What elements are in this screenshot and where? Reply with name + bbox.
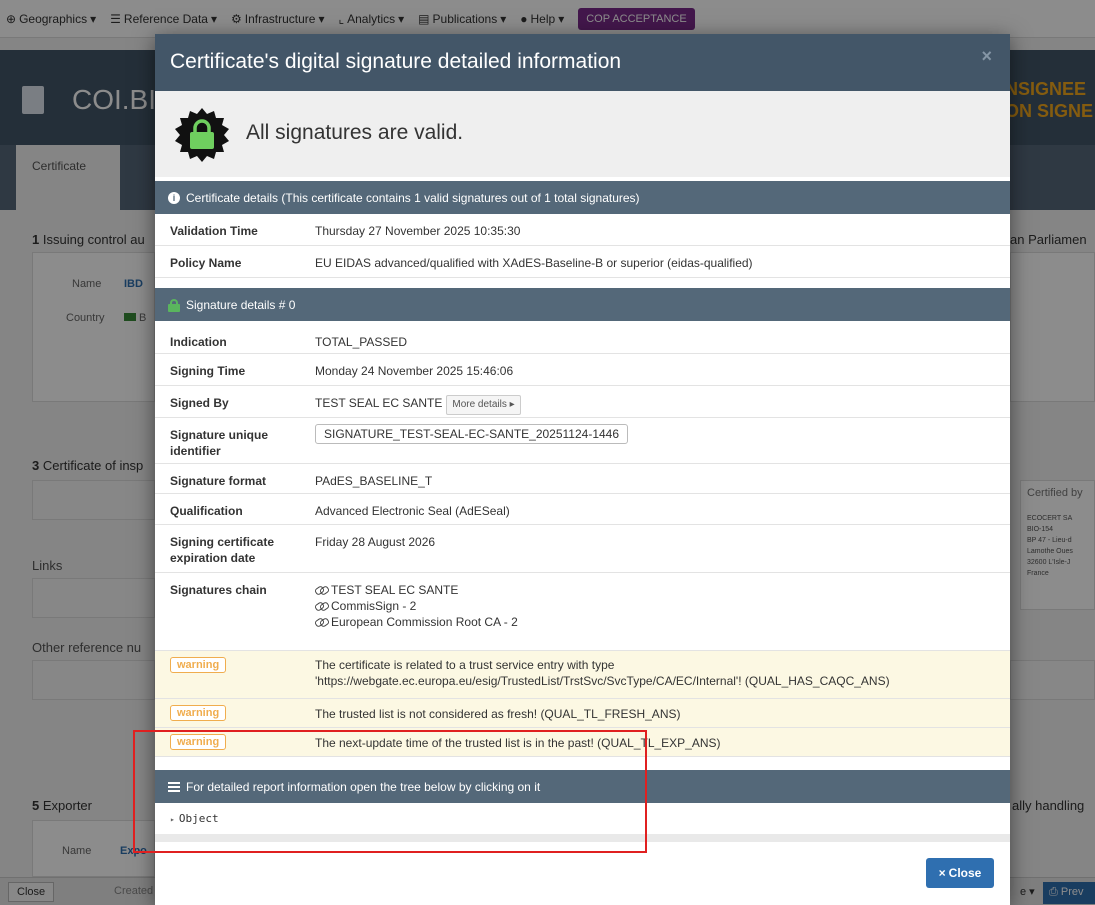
close-button[interactable]: × Close <box>926 858 994 888</box>
warning-badge: warning <box>170 705 227 721</box>
expiration-date-row: Signing certificate expiration date Frid… <box>155 525 1010 573</box>
row-value: EU EIDAS advanced/qualified with XAdES-B… <box>315 256 753 270</box>
policy-name-row: Policy Name EU EIDAS advanced/qualified … <box>155 246 1010 278</box>
qualification-row: Qualification Advanced Electronic Seal (… <box>155 494 1010 525</box>
info-icon: i <box>168 191 180 204</box>
caret-right-icon: ▸ <box>170 815 175 824</box>
warning-badge: warning <box>170 734 227 750</box>
indication-row: Indication TOTAL_PASSED <box>155 325 1010 354</box>
warning-row: warning The trusted list is not consider… <box>155 699 1010 728</box>
row-key: Signatures chain <box>170 583 267 597</box>
divider <box>155 834 1010 842</box>
close-icon[interactable]: × <box>981 46 992 67</box>
validity-banner: All signatures are valid. <box>155 91 1010 177</box>
signature-unique-id-row: Signature unique identifier SIGNATURE_TE… <box>155 418 1010 464</box>
signature-details-title: Signature details # 0 <box>186 297 296 312</box>
row-key: Signature unique identifier <box>170 428 269 458</box>
chain-item[interactable]: European Commission Root CA - 2 <box>315 614 518 630</box>
link-icon <box>315 585 327 595</box>
row-key: Signature format <box>170 474 267 488</box>
row-value: Monday 24 November 2025 15:46:06 <box>315 364 514 378</box>
warning-row: warning The certificate is related to a … <box>155 651 1010 699</box>
signer-name: TEST SEAL EC SANTE <box>315 396 443 410</box>
link-icon <box>315 601 327 611</box>
list-icon <box>168 781 180 792</box>
row-value: Friday 28 August 2026 <box>315 535 436 549</box>
warning-text: The certificate is related to a trust se… <box>315 657 890 689</box>
report-tree-toggle[interactable]: ▸ Object <box>155 804 1010 834</box>
row-value: TEST SEAL EC SANTE More details ▸ <box>315 395 521 415</box>
row-key: Qualification <box>170 504 243 518</box>
close-icon: × <box>938 866 946 880</box>
link-icon <box>315 617 327 627</box>
row-value: SIGNATURE_TEST-SEAL-EC-SANTE_20251124-14… <box>315 424 629 444</box>
row-value: TOTAL_PASSED <box>315 335 408 349</box>
detailed-report-header: For detailed report information open the… <box>155 770 1010 803</box>
chain-list: TEST SEAL EC SANTE CommisSign - 2 Europe… <box>315 582 518 630</box>
validity-text: All signatures are valid. <box>246 121 464 144</box>
modal-title: Certificate's digital signature detailed… <box>170 50 622 73</box>
row-value: Thursday 27 November 2025 10:35:30 <box>315 224 521 238</box>
signature-format-row: Signature format PAdES_BASELINE_T <box>155 464 1010 494</box>
warning-text: The trusted list is not considered as fr… <box>315 707 681 721</box>
chain-item-label: European Commission Root CA - 2 <box>331 615 518 629</box>
signature-id-box[interactable]: SIGNATURE_TEST-SEAL-EC-SANTE_20251124-14… <box>315 424 629 444</box>
signatures-chain-row: Signatures chain TEST SEAL EC SANTE Comm… <box>155 573 1010 651</box>
lock-icon <box>168 298 180 312</box>
row-key: Indication <box>170 335 227 349</box>
tree-root-label: Object <box>178 812 219 825</box>
warning-row: warning The next-update time of the trus… <box>155 728 1010 757</box>
certificate-details-title: Certificate details (This certificate co… <box>186 190 640 205</box>
chain-item[interactable]: CommisSign - 2 <box>315 598 518 614</box>
warning-line: The certificate is related to a trust se… <box>315 658 615 672</box>
row-value: PAdES_BASELINE_T <box>315 474 433 488</box>
chain-item-label: TEST SEAL EC SANTE <box>331 583 459 597</box>
modal-header: Certificate's digital signature detailed… <box>155 34 1010 91</box>
detailed-report-title: For detailed report information open the… <box>186 779 541 794</box>
chain-item-label: CommisSign - 2 <box>331 599 417 613</box>
warning-text: The next-update time of the trusted list… <box>315 736 721 750</box>
signature-details-header: Signature details # 0 <box>155 288 1010 321</box>
row-key: Signed By <box>170 396 229 410</box>
chain-item[interactable]: TEST SEAL EC SANTE <box>315 582 518 598</box>
close-button-label: Close <box>948 866 982 880</box>
more-details-button[interactable]: More details ▸ <box>446 395 521 415</box>
warning-line: 'https://webgate.ec.europa.eu/esig/Trust… <box>315 674 890 688</box>
signed-by-row: Signed By TEST SEAL EC SANTE More details… <box>155 386 1010 418</box>
validation-time-row: Validation Time Thursday 27 November 202… <box>155 214 1010 246</box>
row-key: Signing Time <box>170 364 246 378</box>
certificate-details-header: i Certificate details (This certificate … <box>155 181 1010 214</box>
signing-time-row: Signing Time Monday 24 November 2025 15:… <box>155 354 1010 386</box>
row-value: Advanced Electronic Seal (AdESeal) <box>315 504 510 518</box>
row-key: Validation Time <box>170 224 258 238</box>
row-key: Policy Name <box>170 256 242 270</box>
signature-modal: Certificate's digital signature detailed… <box>155 34 1010 905</box>
valid-seal-icon <box>175 108 229 162</box>
warning-badge: warning <box>170 657 227 673</box>
row-key: Signing certificate expiration date <box>170 535 275 565</box>
